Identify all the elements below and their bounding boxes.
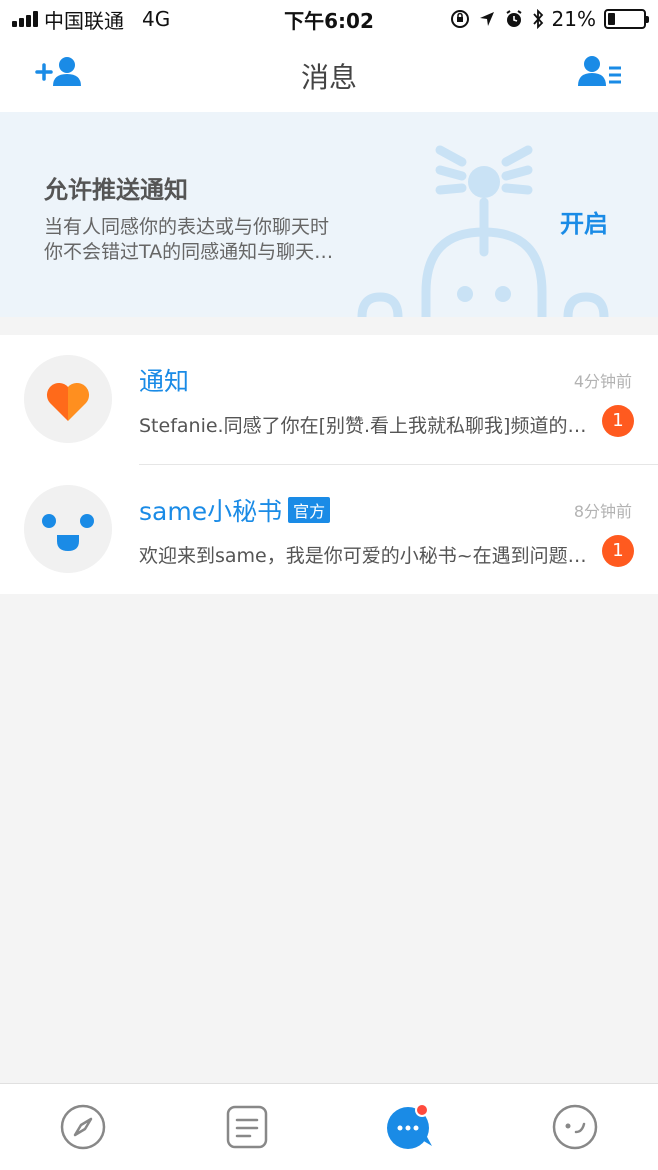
banner-description-line2: 你不会错过TA的同感通知与聊天… <box>44 241 334 263</box>
bluetooth-icon <box>532 9 543 29</box>
status-right: 21% <box>450 7 649 31</box>
message-time: 8分钟前 <box>573 502 632 521</box>
status-bar: 中国联通 4G 下午6:02 21% <box>0 0 658 38</box>
message-list: 通知 4分钟前 Stefanie.同感了你在[别赞.看上我就私聊我]频道的内容 … <box>0 335 658 594</box>
battery-percent: 21% <box>551 7 596 31</box>
network-type: 4G <box>142 7 171 31</box>
status-left: 中国联通 4G <box>12 5 170 34</box>
message-preview: 欢迎来到same，我是你可爱的小秘书~在遇到问题时可以找我哦 <box>139 545 594 567</box>
official-badge: 官方 <box>288 497 331 523</box>
orientation-lock-icon <box>450 10 469 28</box>
signal-strength-icon <box>12 11 38 27</box>
smiley-face-icon <box>24 485 112 573</box>
battery-level <box>608 13 616 25</box>
banner-description-line1: 当有人同感你的表达或与你聊天时 <box>44 216 330 238</box>
tab-bar <box>0 1083 658 1170</box>
profile-face-icon[interactable] <box>550 1102 600 1152</box>
heart-icon <box>24 355 112 443</box>
document-list-icon[interactable] <box>222 1102 272 1152</box>
enable-notifications-button[interactable]: 开启 <box>560 204 608 239</box>
page-title: 消息 <box>300 61 357 94</box>
nav-bar: 消息 <box>0 38 658 112</box>
message-time: 4分钟前 <box>573 372 632 391</box>
carrier-name: 中国联通 <box>44 8 124 33</box>
chat-bubble-icon[interactable] <box>384 1102 434 1152</box>
message-preview: Stefanie.同感了你在[别赞.看上我就私聊我]频道的内容 <box>139 415 594 437</box>
contacts-list-icon[interactable] <box>576 54 624 90</box>
battery-icon <box>604 9 649 29</box>
message-name: 通知 <box>139 362 189 398</box>
message-name-text: same小秘书 <box>139 497 283 526</box>
list-item-notifications[interactable]: 通知 4分钟前 Stefanie.同感了你在[别赞.看上我就私聊我]频道的内容 … <box>0 335 658 465</box>
message-name-text: 通知 <box>139 367 190 396</box>
unread-badge: 1 <box>602 535 634 567</box>
message-name: same小秘书 官方 <box>139 492 331 528</box>
push-notification-banner: 允许推送通知 当有人同感你的表达或与你聊天时 你不会错过TA的同感通知与聊天… … <box>0 112 658 317</box>
unread-badge: 1 <box>602 405 634 437</box>
alarm-clock-icon <box>505 10 522 27</box>
banner-title: 允许推送通知 <box>44 176 188 204</box>
location-arrow-icon <box>479 12 494 26</box>
compass-icon[interactable] <box>58 1102 108 1152</box>
list-item-secretary[interactable]: same小秘书 官方 8分钟前 欢迎来到same，我是你可爱的小秘书~在遇到问题… <box>0 465 658 594</box>
